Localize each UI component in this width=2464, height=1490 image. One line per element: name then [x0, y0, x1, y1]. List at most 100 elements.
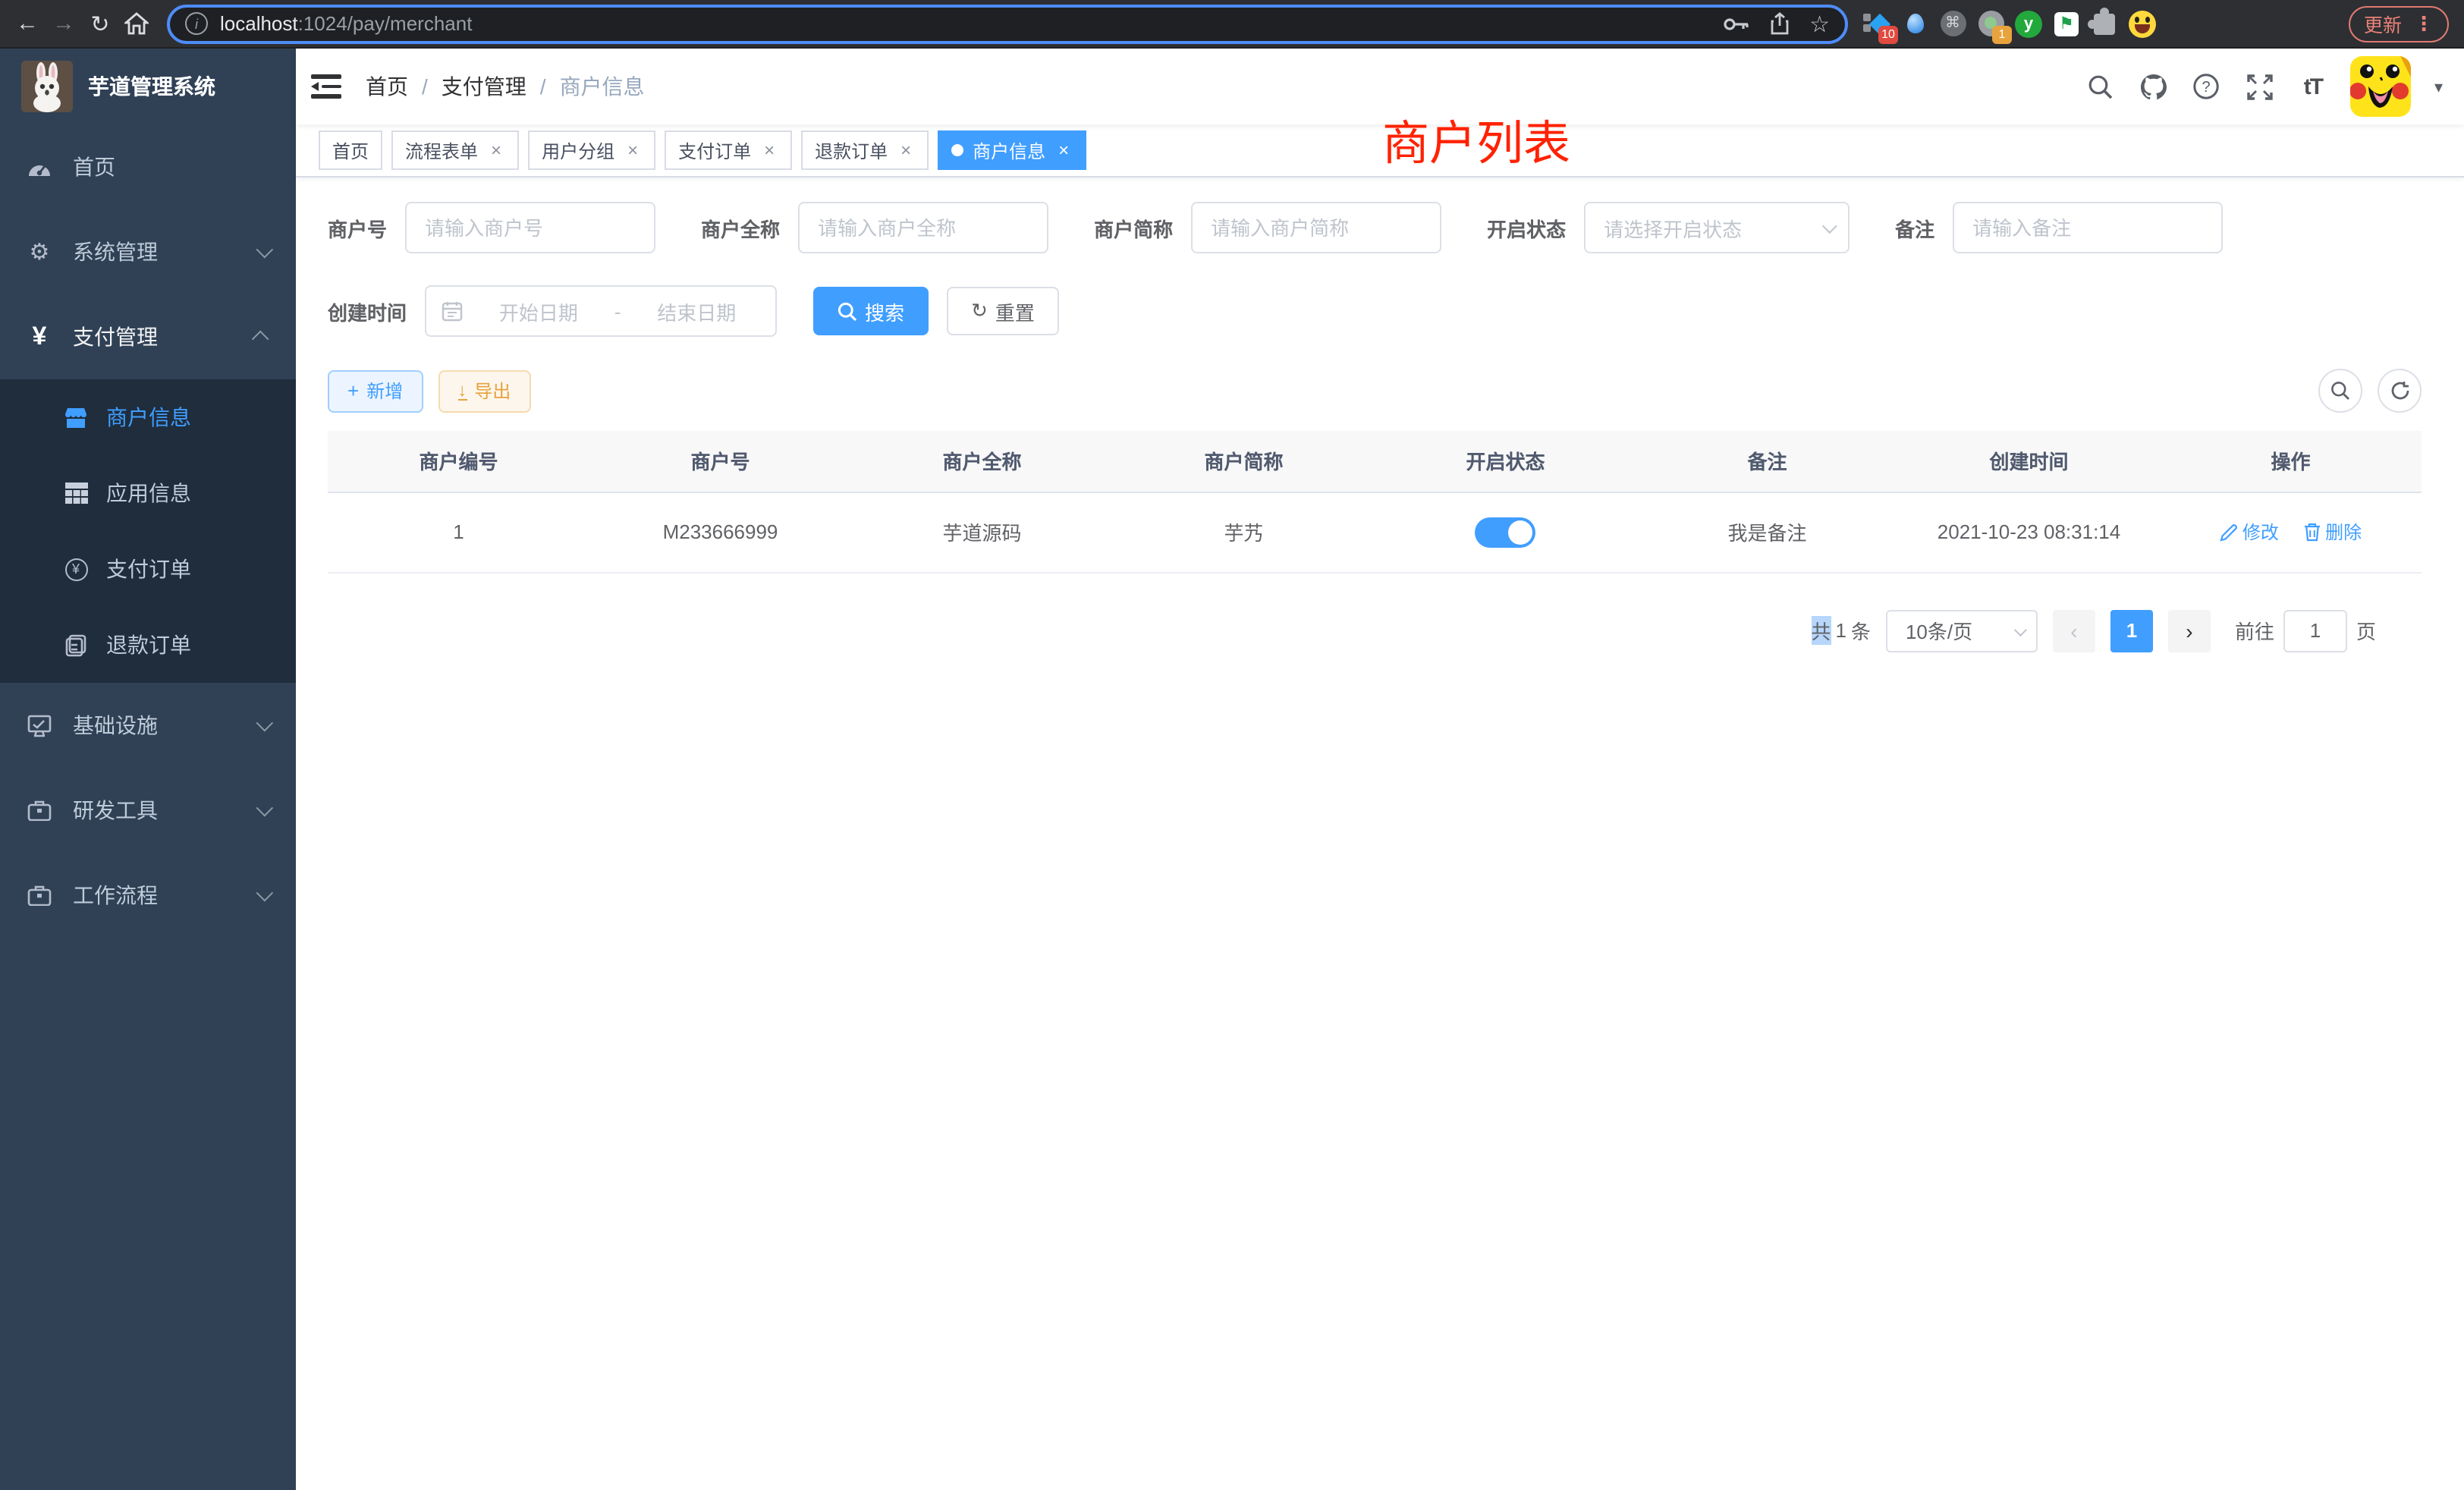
status-toggle[interactable] [1476, 517, 1536, 547]
sidebar-logo[interactable]: 芋道管理系统 [0, 49, 296, 124]
close-icon[interactable]: × [624, 140, 642, 161]
browser-home-icon[interactable] [118, 5, 155, 42]
user-avatar[interactable] [2351, 56, 2412, 117]
goto-label: 前往 [2235, 616, 2274, 645]
share-icon[interactable] [1770, 12, 1788, 35]
browser-update-button[interactable]: 更新 ⋮ [2349, 5, 2449, 42]
extension-recorder-icon[interactable]: 1 [1977, 10, 2004, 37]
url-bar[interactable]: i localhost:1024/pay/merchant ☆ [167, 4, 1848, 43]
page-size-select[interactable]: 10条/页 [1886, 609, 2038, 652]
close-icon[interactable]: × [897, 140, 915, 161]
download-icon: ↓ [457, 381, 467, 401]
short-name-input[interactable] [1191, 202, 1441, 253]
tab-label: 用户分组 [542, 137, 614, 163]
remark-input[interactable] [1953, 202, 2223, 253]
tab-pay-order[interactable]: 支付订单× [665, 130, 792, 170]
export-button[interactable]: ↓ 导出 [438, 369, 530, 412]
merchant-no-label: 商户号 [328, 213, 387, 242]
fullscreen-icon[interactable] [2245, 71, 2275, 102]
sidebar-item-system[interactable]: ⚙ 系统管理 [0, 209, 296, 294]
sidebar-item-infrastructure[interactable]: 基础设施 [0, 683, 296, 768]
full-name-label: 商户全称 [701, 213, 780, 242]
browser-forward-icon[interactable]: → [46, 5, 82, 42]
close-icon[interactable]: × [1054, 140, 1073, 161]
tab-home[interactable]: 首页 [319, 130, 382, 170]
sidebar-item-label: 退款订单 [106, 630, 191, 660]
gear-icon: ⚙ [27, 238, 52, 266]
full-name-input[interactable] [798, 202, 1048, 253]
sidebar-collapse-icon[interactable] [311, 74, 341, 99]
chevron-down-icon [256, 241, 274, 259]
extension-balloon-icon[interactable] [1901, 10, 1928, 37]
password-key-icon[interactable] [1723, 16, 1749, 31]
edit-link-label: 修改 [2242, 519, 2279, 545]
sidebar-item-label: 基础设施 [73, 710, 158, 740]
cell-short-name: 芋艿 [1113, 492, 1375, 572]
add-button[interactable]: + 新增 [328, 369, 423, 412]
page-number-button[interactable]: 1 [2110, 609, 2153, 652]
status-select[interactable]: 请选择开启状态 [1584, 202, 1850, 253]
sidebar-item-refund-order[interactable]: 退款订单 [0, 607, 296, 683]
avatar-caret-icon[interactable]: ▾ [2434, 77, 2443, 96]
sidebar-item-devtools[interactable]: 研发工具 [0, 768, 296, 853]
extension-command-icon[interactable]: ⌘ [1939, 10, 1966, 37]
browser-menu-dots-icon[interactable]: ⋮ [2414, 11, 2434, 36]
close-icon[interactable]: × [760, 140, 778, 161]
tab-label: 商户信息 [973, 137, 1045, 163]
sidebar-item-pay-order[interactable]: ¥ 支付订单 [0, 531, 296, 607]
merchant-no-input[interactable] [405, 202, 655, 253]
shop-icon [64, 406, 88, 429]
prev-page-button[interactable]: ‹ [2053, 609, 2095, 652]
tab-refund-order[interactable]: 退款订单× [801, 130, 929, 170]
extension-y-icon[interactable]: y [2015, 10, 2042, 37]
browser-back-icon[interactable]: ← [9, 5, 46, 42]
sidebar-item-workflow[interactable]: 工作流程 [0, 853, 296, 938]
show-search-toggle-button[interactable] [2318, 369, 2362, 413]
breadcrumb-separator: / [422, 74, 428, 99]
extension-diamond-icon[interactable]: 10 [1863, 10, 1890, 37]
cell-full-name: 芋道源码 [851, 492, 1113, 572]
tab-merchant-info[interactable]: 商户信息 × [938, 130, 1086, 170]
next-page-button[interactable]: › [2168, 609, 2211, 652]
sidebar-item-home[interactable]: 首页 [0, 124, 296, 209]
extension-puzzle-icon[interactable] [2091, 10, 2118, 37]
help-question-icon[interactable]: ? [2192, 71, 2222, 102]
tab-user-group[interactable]: 用户分组 × [528, 130, 655, 170]
update-label: 更新 [2364, 9, 2402, 38]
navbar: 首页 / 支付管理 / 商户信息 ? [296, 49, 2464, 124]
reset-button[interactable]: ↻ 重置 [947, 287, 1059, 335]
sidebar-item-label: 研发工具 [73, 795, 158, 825]
edit-link[interactable]: 修改 [2220, 519, 2279, 545]
sidebar-item-pay[interactable]: ¥ 支付管理 [0, 294, 296, 379]
extension-emoji-icon[interactable] [2129, 10, 2156, 37]
tab-process-form[interactable]: 流程表单 × [391, 130, 519, 170]
briefcase-icon [27, 885, 52, 906]
tags-bar: 首页 流程表单 × 用户分组 × 支付订单× 退款订单× 商户信息 × [296, 124, 2464, 178]
close-icon[interactable]: × [487, 140, 505, 161]
bookmark-star-icon[interactable]: ☆ [1809, 10, 1830, 37]
sidebar-item-merchant-info[interactable]: 商户信息 [0, 379, 296, 455]
search-button[interactable]: 搜索 [813, 287, 929, 335]
site-info-icon[interactable]: i [185, 12, 208, 35]
extension-flag-icon[interactable]: ⚑ [2053, 10, 2080, 37]
breadcrumb-home[interactable]: 首页 [366, 71, 408, 102]
github-icon[interactable] [2139, 71, 2169, 102]
sidebar-item-label: 商户信息 [106, 402, 191, 432]
font-size-icon[interactable]: tT [2298, 71, 2328, 102]
sidebar-item-label: 工作流程 [73, 880, 158, 910]
table-header-row: 商户编号 商户号 商户全称 商户简称 开启状态 备注 创建时间 操作 [328, 431, 2422, 492]
breadcrumb-pay[interactable]: 支付管理 [442, 71, 526, 102]
merchant-table: 商户编号 商户号 商户全称 商户简称 开启状态 备注 创建时间 操作 1 [328, 431, 2422, 573]
table-row: 1 M233666999 芋道源码 芋艿 我是备注 2021-10-23 08:… [328, 492, 2422, 572]
goto-page-input[interactable] [2283, 609, 2347, 652]
date-range-separator: - [614, 300, 621, 322]
sidebar-item-app-info[interactable]: 应用信息 [0, 455, 296, 531]
delete-link[interactable]: 删除 [2302, 518, 2362, 544]
refresh-table-button[interactable] [2378, 369, 2422, 413]
cell-remark: 我是备注 [1636, 492, 1898, 572]
create-time-range-picker[interactable]: 开始日期 - 结束日期 [425, 285, 777, 337]
browser-reload-icon[interactable]: ↻ [82, 5, 118, 42]
tab-label: 流程表单 [405, 137, 478, 163]
active-tab-dot [951, 144, 963, 156]
header-search-icon[interactable] [2085, 71, 2116, 102]
